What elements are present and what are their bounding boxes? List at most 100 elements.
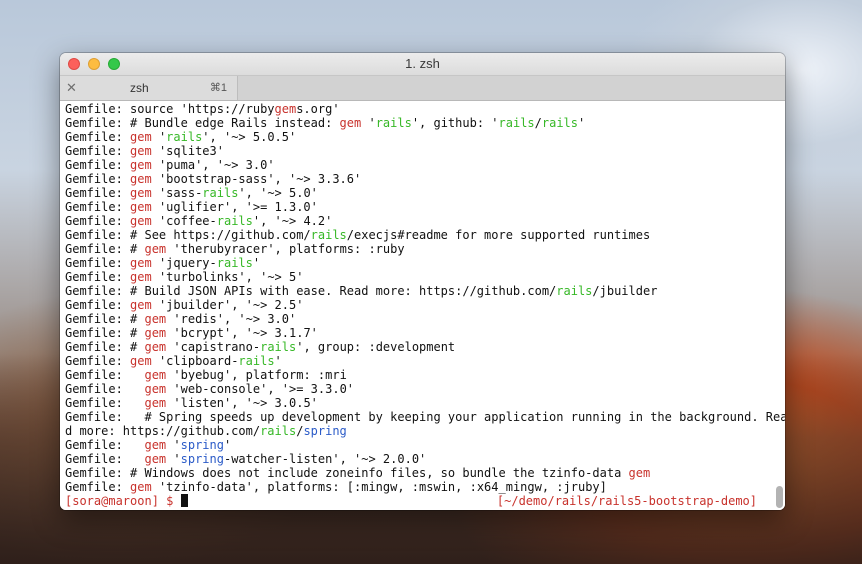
line-segment: gem xyxy=(144,396,167,410)
line-segment: -watcher-listen', '~> 2.0.0' xyxy=(223,452,427,466)
terminal-line: Gemfile: gem 'listen', '~> 3.0.5' xyxy=(65,396,785,410)
scrollbar-thumb[interactable] xyxy=(776,486,783,508)
line-segment: gem xyxy=(130,158,152,172)
line-segment: ' xyxy=(578,116,586,130)
line-segment: rails xyxy=(238,354,275,368)
terminal-window: 1. zsh ✕ zsh ⌘1 Gemfile: source 'https:/… xyxy=(60,53,785,510)
line-segment: gem xyxy=(144,368,167,382)
line-segment: rails xyxy=(166,130,203,144)
line-segment: 'sqlite3' xyxy=(151,144,224,158)
tab-zsh[interactable]: ✕ zsh ⌘1 xyxy=(60,76,238,100)
line-segment: gem xyxy=(144,242,167,256)
terminal-line: Gemfile: gem 'rails', '~> 5.0.5' xyxy=(65,130,785,144)
line-segment: s.org' xyxy=(296,102,340,116)
line-segment: rails xyxy=(216,214,253,228)
line-segment: 'jquery- xyxy=(151,256,217,270)
line-segment: gem xyxy=(130,144,152,158)
terminal-line: Gemfile: gem 'sass-rails', '~> 5.0' xyxy=(65,186,785,200)
line-segment: gem xyxy=(130,256,152,270)
line-segment: 'puma', '~> 3.0' xyxy=(151,158,275,172)
line-segment: Gemfile: xyxy=(65,452,145,466)
terminal-line: Gemfile: gem 'spring-watcher-listen', '~… xyxy=(65,452,785,466)
window-title: 1. zsh xyxy=(405,56,440,71)
line-segment: Gemfile: xyxy=(65,396,145,410)
terminal-output[interactable]: Gemfile: source 'https://rubygems.org' Ge… xyxy=(60,101,785,510)
line-segment: ' xyxy=(223,438,232,452)
line-segment: rails xyxy=(202,186,239,200)
line-segment: Gemfile: xyxy=(65,270,131,284)
line-segment: d more: https://github.com/ xyxy=(65,424,261,438)
line-segment: 'web-console', '>= 3.3.0' xyxy=(166,382,355,396)
terminal-line: Gemfile: gem 'clipboard-rails' xyxy=(65,354,785,368)
output-lines: Gemfile: source 'https://rubygems.org' Ge… xyxy=(65,102,785,494)
line-segment: 'jbuilder', '~> 2.5' xyxy=(151,298,304,312)
line-segment: ' xyxy=(252,256,261,270)
terminal-line: Gemfile: gem 'web-console', '>= 3.3.0' xyxy=(65,382,785,396)
line-segment: gem xyxy=(130,200,152,214)
prompt-line: [sora@maroon] $ [~/demo/rails/rails5-boo… xyxy=(65,494,757,508)
line-segment: /execjs#readme for more supported runtim… xyxy=(346,228,651,242)
line-segment: rails xyxy=(556,284,593,298)
line-segment: ', group: :development xyxy=(296,340,456,354)
shell-prompt: [sora@maroon] $ xyxy=(65,494,181,508)
line-segment: 'listen', '~> 3.0.5' xyxy=(166,396,318,410)
terminal-line: d more: https://github.com/rails/spring xyxy=(65,424,785,438)
line-segment: ' xyxy=(361,116,376,130)
line-segment: 'bootstrap-sass', '~> 3.3.6' xyxy=(151,172,362,186)
line-segment: rails xyxy=(260,340,297,354)
terminal-line: Gemfile: gem 'jbuilder', '~> 2.5' xyxy=(65,298,785,312)
close-tab-icon[interactable]: ✕ xyxy=(66,79,77,97)
line-segment: Gemfile: xyxy=(65,158,131,172)
terminal-line: Gemfile: # Windows does not include zone… xyxy=(65,466,785,480)
line-segment: Gemfile: xyxy=(65,256,131,270)
line-segment: Gemfile: source 'https://ruby xyxy=(65,102,275,116)
line-segment: gem xyxy=(130,172,152,186)
prompt-group: [sora@maroon] $ xyxy=(65,494,188,508)
line-segment: gem xyxy=(144,326,167,340)
line-segment: spring xyxy=(180,438,224,452)
line-segment: Gemfile: xyxy=(65,438,145,452)
line-segment: rails xyxy=(216,256,253,270)
line-segment: Gemfile: xyxy=(65,200,131,214)
line-segment: gem xyxy=(144,340,167,354)
terminal-line: Gemfile: gem 'coffee-rails', '~> 4.2' xyxy=(65,214,785,228)
line-segment: Gemfile: # xyxy=(65,326,145,340)
line-segment: gem xyxy=(144,438,167,452)
line-segment: rails xyxy=(260,424,297,438)
line-segment: Gemfile: # xyxy=(65,242,145,256)
line-segment: ' xyxy=(166,452,181,466)
line-segment: Gemfile: # Bundle edge Rails instead: xyxy=(65,116,340,130)
title-bar[interactable]: 1. zsh xyxy=(60,53,785,76)
line-segment: Gemfile: xyxy=(65,130,131,144)
line-segment: 'sass- xyxy=(151,186,203,200)
line-segment: gem xyxy=(144,312,167,326)
line-segment: Gemfile: # Spring speeds up development … xyxy=(65,410,785,424)
line-segment: gem xyxy=(130,214,152,228)
current-directory: [~/demo/rails/rails5-bootstrap-demo] xyxy=(496,494,757,508)
text-cursor xyxy=(180,494,188,507)
line-segment: Gemfile: xyxy=(65,354,131,368)
terminal-line: Gemfile: gem 'byebug', platform: :mri xyxy=(65,368,785,382)
terminal-line: Gemfile: # Bundle edge Rails instead: ge… xyxy=(65,116,785,130)
terminal-line: Gemfile: # gem 'redis', '~> 3.0' xyxy=(65,312,785,326)
terminal-line: Gemfile: # gem 'bcrypt', '~> 3.1.7' xyxy=(65,326,785,340)
line-segment: Gemfile: xyxy=(65,368,145,382)
line-segment: gem xyxy=(144,452,167,466)
line-segment: gem xyxy=(130,354,152,368)
line-segment: Gemfile: xyxy=(65,172,131,186)
line-segment: Gemfile: xyxy=(65,480,131,494)
line-segment: Gemfile: xyxy=(65,214,131,228)
line-segment: ', '~> 5.0.5' xyxy=(202,130,297,144)
line-segment: ' xyxy=(151,130,167,144)
line-segment: /jbuilder xyxy=(592,284,658,298)
terminal-line: Gemfile: # gem 'therubyracer', platforms… xyxy=(65,242,785,256)
terminal-line: Gemfile: # See https://github.com/rails/… xyxy=(65,228,785,242)
line-segment: 'capistrano- xyxy=(166,340,261,354)
line-segment: ', '~> 4.2' xyxy=(252,214,333,228)
terminal-line: Gemfile: gem 'tzinfo-data', platforms: [… xyxy=(65,480,785,494)
line-segment: ', '~> 5.0' xyxy=(238,186,318,200)
line-segment: ', github: ' xyxy=(411,116,499,130)
line-segment: Gemfile: # xyxy=(65,312,145,326)
line-segment: rails xyxy=(310,228,347,242)
line-segment: gem xyxy=(628,466,651,480)
